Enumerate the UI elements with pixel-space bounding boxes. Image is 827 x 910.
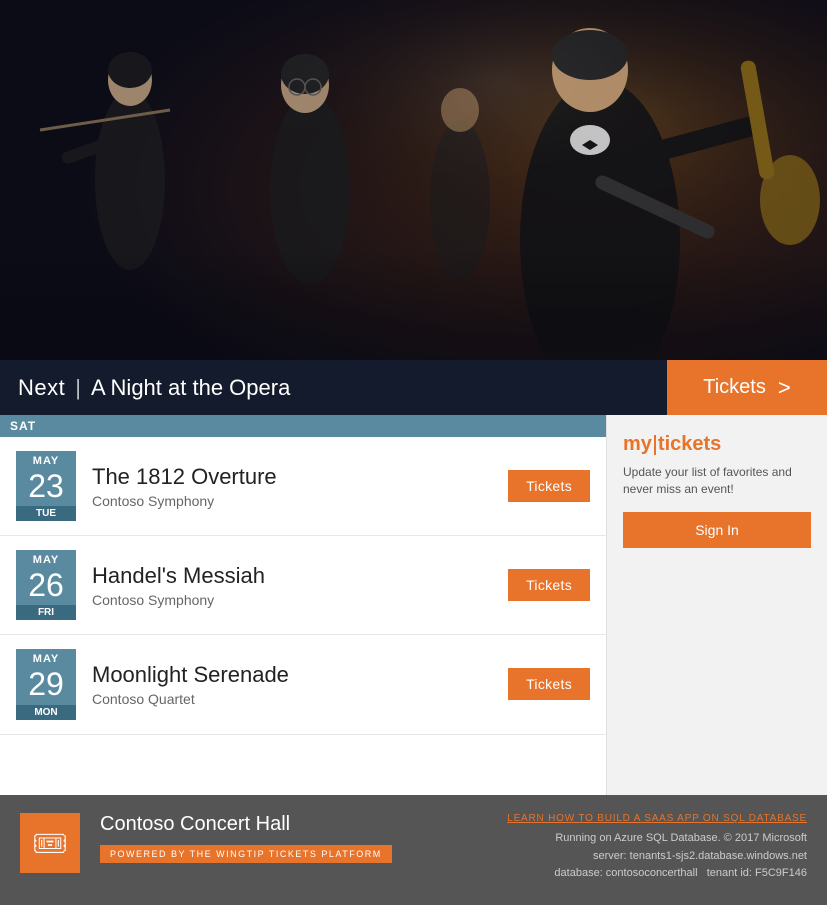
- event-item: MAY 23 TUE The 1812 Overture Contoso Sym…: [0, 437, 606, 536]
- event-month-2: MAY: [16, 550, 76, 568]
- footer-info-text: Running on Azure SQL Database. © 2017 Mi…: [507, 830, 807, 883]
- hero-section: Next | A Night at the Opera Tickets >: [0, 0, 827, 415]
- event-venue-2: Contoso Symphony: [92, 592, 492, 608]
- footer-logo: 🎟: [20, 813, 80, 873]
- event-month-1: MAY: [16, 451, 76, 469]
- tickets-button-1[interactable]: Tickets: [508, 470, 590, 502]
- mytickets-divider-icon: [654, 435, 656, 455]
- hero-tickets-label: Tickets: [703, 376, 766, 399]
- event-info-2: Handel's Messiah Contoso Symphony: [92, 563, 492, 608]
- event-item: MAY 29 MON Moonlight Serenade Contoso Qu…: [0, 635, 606, 734]
- mytickets-prefix: my: [623, 433, 652, 455]
- footer-info-line3a: database: contosoconcerthall: [554, 867, 697, 879]
- event-venue-1: Contoso Symphony: [92, 493, 492, 509]
- event-date-box: MAY 23 TUE: [16, 451, 76, 521]
- hero-event-title: A Night at the Opera: [91, 375, 290, 401]
- event-info-3: Moonlight Serenade Contoso Quartet: [92, 662, 492, 707]
- footer-powered-label: POWERED BY THE WINGTIP TICKETS PLATFORM: [100, 845, 392, 863]
- footer-info: LEARN HOW TO BUILD A SAAS APP ON SQL DAT…: [507, 813, 807, 883]
- event-dow-2: FRI: [16, 605, 76, 620]
- sidebar: my tickets Update your list of favorites …: [607, 415, 827, 795]
- hero-bottom-bar: Next | A Night at the Opera Tickets >: [0, 360, 827, 415]
- footer: 🎟 Contoso Concert Hall POWERED BY THE WI…: [0, 795, 827, 905]
- footer-info-line2: server: tenants1-sjs2.database.windows.n…: [593, 850, 807, 862]
- footer-brand-name: Contoso Concert Hall: [100, 813, 487, 836]
- footer-saas-link[interactable]: LEARN HOW TO BUILD A SAAS APP ON SQL DAT…: [507, 813, 807, 824]
- mytickets-title: my tickets: [623, 433, 811, 456]
- events-list: SAT MAY 23 TUE The 1812 Overture Contoso…: [0, 415, 607, 795]
- event-month-3: MAY: [16, 649, 76, 667]
- main-content: SAT MAY 23 TUE The 1812 Overture Contoso…: [0, 415, 827, 795]
- hero-next-label: Next: [0, 375, 65, 401]
- footer-brand: Contoso Concert Hall POWERED BY THE WING…: [100, 813, 487, 863]
- event-info-1: The 1812 Overture Contoso Symphony: [92, 464, 492, 509]
- tickets-button-2[interactable]: Tickets: [508, 569, 590, 601]
- tickets-button-3[interactable]: Tickets: [508, 668, 590, 700]
- hero-tickets-button[interactable]: Tickets >: [667, 360, 827, 415]
- signin-button[interactable]: Sign In: [623, 512, 811, 548]
- event-day-3: 29: [16, 667, 76, 704]
- event-day-1: 23: [16, 469, 76, 506]
- event-day-2: 26: [16, 568, 76, 605]
- event-dow-1: TUE: [16, 506, 76, 521]
- event-item: MAY 26 FRI Handel's Messiah Contoso Symp…: [0, 536, 606, 635]
- date-header: SAT: [0, 415, 606, 437]
- chevron-right-icon: >: [778, 375, 791, 401]
- hero-divider: |: [75, 375, 81, 401]
- event-name-1: The 1812 Overture: [92, 464, 492, 490]
- event-date-box: MAY 29 MON: [16, 649, 76, 719]
- mytickets-suffix: tickets: [658, 433, 721, 455]
- event-name-3: Moonlight Serenade: [92, 662, 492, 688]
- event-name-2: Handel's Messiah: [92, 563, 492, 589]
- mytickets-header: my tickets Update your list of favorites …: [607, 415, 827, 558]
- ticket-icon: 🎟: [32, 827, 68, 860]
- footer-info-line3b: tenant id: F5C9F146: [707, 867, 807, 879]
- event-date-box: MAY 26 FRI: [16, 550, 76, 620]
- event-dow-3: MON: [16, 705, 76, 720]
- footer-info-line1: Running on Azure SQL Database. © 2017 Mi…: [555, 832, 807, 844]
- event-venue-3: Contoso Quartet: [92, 691, 492, 707]
- mytickets-description: Update your list of favorites and never …: [623, 464, 811, 498]
